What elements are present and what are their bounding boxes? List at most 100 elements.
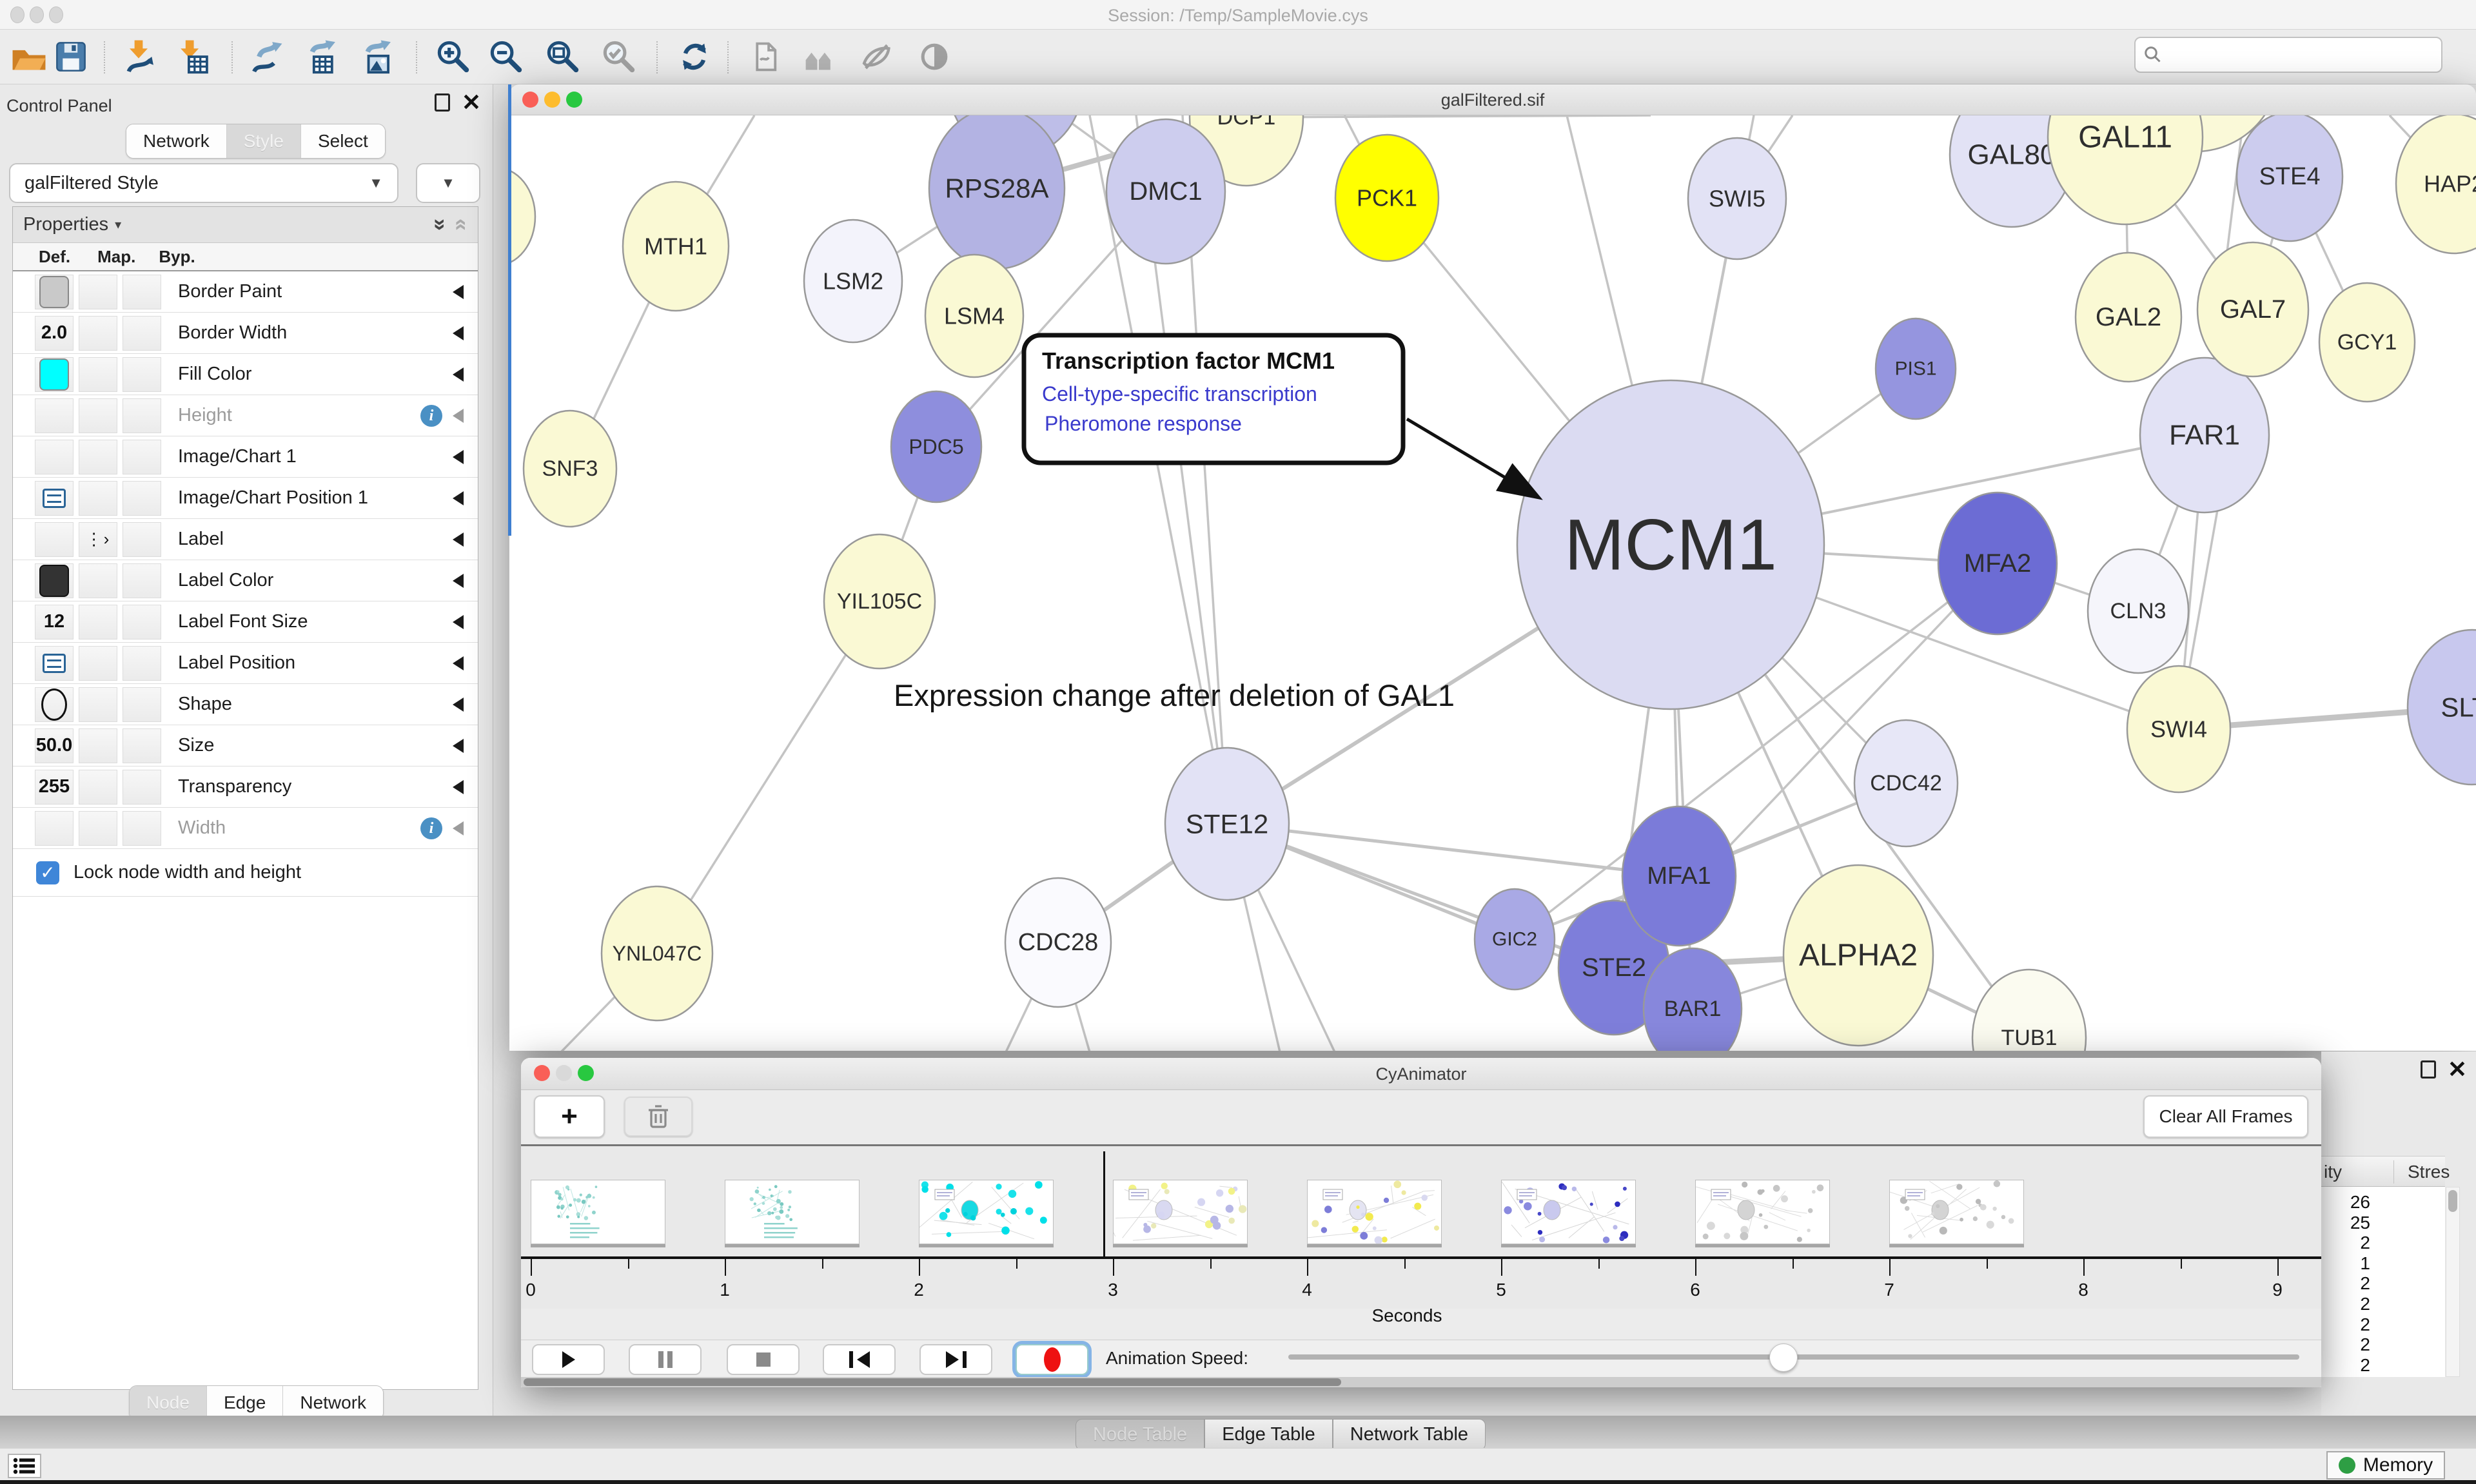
play-button[interactable]: [532, 1344, 605, 1375]
default-swatch[interactable]: [39, 276, 69, 308]
default-cell[interactable]: [35, 357, 74, 392]
slider-thumb[interactable]: [1769, 1343, 1798, 1372]
mapping-cell[interactable]: [79, 316, 117, 351]
position-widget-icon[interactable]: [43, 654, 66, 673]
scrollbar-thumb[interactable]: [2448, 1190, 2457, 1212]
import-table-button[interactable]: [174, 39, 210, 75]
node-LSM4[interactable]: LSM4: [925, 255, 1023, 377]
expand-row-icon[interactable]: [453, 450, 464, 464]
bypass-cell[interactable]: [123, 481, 161, 516]
bypass-cell[interactable]: [123, 275, 161, 309]
column-stress[interactable]: Stres: [2408, 1162, 2450, 1182]
zoom-in-button[interactable]: [435, 39, 471, 75]
default-cell[interactable]: [35, 811, 74, 846]
default-cell[interactable]: [35, 398, 74, 433]
bundle-button[interactable]: [801, 39, 837, 75]
node-YIL105C[interactable]: YIL105C: [824, 534, 935, 669]
node-SWI5[interactable]: SWI5: [1688, 138, 1786, 259]
expand-row-icon[interactable]: [453, 367, 464, 382]
default-cell[interactable]: 255: [35, 770, 74, 805]
record-button[interactable]: [1016, 1344, 1088, 1375]
hide-button[interactable]: [858, 39, 894, 75]
frame-thumbnail-6[interactable]: [1695, 1180, 1830, 1244]
property-row-border-paint[interactable]: Border Paint: [13, 271, 478, 313]
checkbox-checked-icon[interactable]: ✓: [36, 861, 59, 884]
frame-thumbnail-0[interactable]: [531, 1180, 665, 1244]
property-row-transparency[interactable]: 255 Transparency: [13, 766, 478, 808]
expand-row-icon[interactable]: [453, 409, 464, 423]
node-PIS1[interactable]: PIS1: [1876, 318, 1956, 419]
float-panel-icon[interactable]: [2421, 1060, 2436, 1079]
property-row-image-chart-1[interactable]: Image/Chart 1: [13, 436, 478, 478]
frame-thumbnail-5[interactable]: [1501, 1180, 1636, 1244]
frame-thumbnail-3[interactable]: [1113, 1180, 1248, 1244]
mapping-cell[interactable]: [79, 563, 117, 598]
results-scrollbar[interactable]: [2446, 1187, 2460, 1377]
default-swatch[interactable]: [39, 358, 69, 391]
node-RPS28A[interactable]: RPS28A: [929, 115, 1065, 269]
delete-frame-button[interactable]: [624, 1097, 693, 1137]
bypass-cell[interactable]: [123, 316, 161, 351]
default-cell[interactable]: [35, 646, 74, 681]
mapping-cell[interactable]: [79, 357, 117, 392]
property-row-label-color[interactable]: Label Color: [13, 560, 478, 601]
zoom-selected-button[interactable]: [601, 39, 637, 75]
node-GAL7[interactable]: GAL7: [2197, 242, 2308, 376]
expand-row-icon[interactable]: [453, 326, 464, 340]
add-frame-button[interactable]: +: [534, 1095, 605, 1138]
node-GAL2[interactable]: GAL2: [2076, 253, 2181, 382]
contrast-button[interactable]: [916, 39, 952, 75]
default-cell[interactable]: 50.0: [35, 728, 74, 763]
pause-button[interactable]: [629, 1344, 702, 1375]
scrollbar-thumb[interactable]: [524, 1378, 1341, 1386]
frame-thumbnail-1[interactable]: [725, 1180, 860, 1244]
mapping-icon[interactable]: ⋮›: [86, 529, 111, 549]
node-MCM1[interactable]: MCM1: [1517, 380, 1824, 709]
default-cell[interactable]: [35, 522, 74, 557]
mapping-cell[interactable]: [79, 440, 117, 474]
tab-network-table[interactable]: Network Table: [1333, 1419, 1486, 1450]
bypass-cell[interactable]: [123, 440, 161, 474]
property-row-size[interactable]: 50.0 Size: [13, 725, 478, 766]
node-PCK1[interactable]: PCK1: [1335, 135, 1439, 261]
frame-thumbnail-7[interactable]: [1889, 1180, 2024, 1244]
bypass-cell[interactable]: [123, 728, 161, 763]
node-STE12[interactable]: STE12: [1165, 748, 1289, 900]
info-icon[interactable]: i: [420, 405, 442, 427]
status-menu-button[interactable]: [8, 1454, 41, 1478]
frame-thumbnail-4[interactable]: [1307, 1180, 1442, 1244]
expand-row-icon[interactable]: [453, 491, 464, 505]
default-cell[interactable]: 2.0: [35, 316, 74, 351]
bypass-cell[interactable]: [123, 605, 161, 639]
panel-tab-edge[interactable]: Edge: [207, 1386, 283, 1420]
bypass-cell[interactable]: [123, 811, 161, 846]
node-ALPHA2[interactable]: ALPHA2: [1783, 865, 1933, 1046]
memory-button[interactable]: Memory: [2326, 1451, 2445, 1479]
mapping-cell[interactable]: [79, 398, 117, 433]
panel-tab-node[interactable]: Node: [130, 1386, 207, 1420]
node-LEFTY[interactable]: [509, 168, 535, 266]
info-icon[interactable]: i: [420, 817, 442, 839]
results-column-header[interactable]: ity Stres: [2321, 1156, 2445, 1187]
expand-row-icon[interactable]: [453, 821, 464, 835]
node-LSM2[interactable]: LSM2: [804, 220, 902, 342]
bypass-cell[interactable]: [123, 522, 161, 557]
expand-row-icon[interactable]: [453, 656, 464, 670]
node-SLT2[interactable]: SLT2: [2408, 630, 2476, 785]
mapping-cell[interactable]: [79, 728, 117, 763]
default-value[interactable]: 2.0: [41, 322, 67, 344]
node-MTH1[interactable]: MTH1: [623, 182, 729, 311]
mapping-cell[interactable]: ⋮›: [79, 522, 117, 557]
default-cell[interactable]: [35, 563, 74, 598]
tab-node-table[interactable]: Node Table: [1076, 1419, 1204, 1450]
style-options-button[interactable]: ▼: [416, 163, 480, 203]
position-widget-icon[interactable]: [43, 489, 66, 508]
expand-row-icon[interactable]: [453, 780, 464, 794]
property-row-shape[interactable]: Shape: [13, 684, 478, 725]
node-FAR1[interactable]: FAR1: [2140, 358, 2269, 513]
node-STE4[interactable]: STE4: [2237, 115, 2343, 241]
node-CDC42[interactable]: CDC42: [1854, 720, 1958, 846]
node-CDC28[interactable]: CDC28: [1005, 878, 1111, 1007]
default-value[interactable]: 50.0: [36, 735, 72, 756]
panel-tab-network[interactable]: Network: [283, 1386, 383, 1420]
